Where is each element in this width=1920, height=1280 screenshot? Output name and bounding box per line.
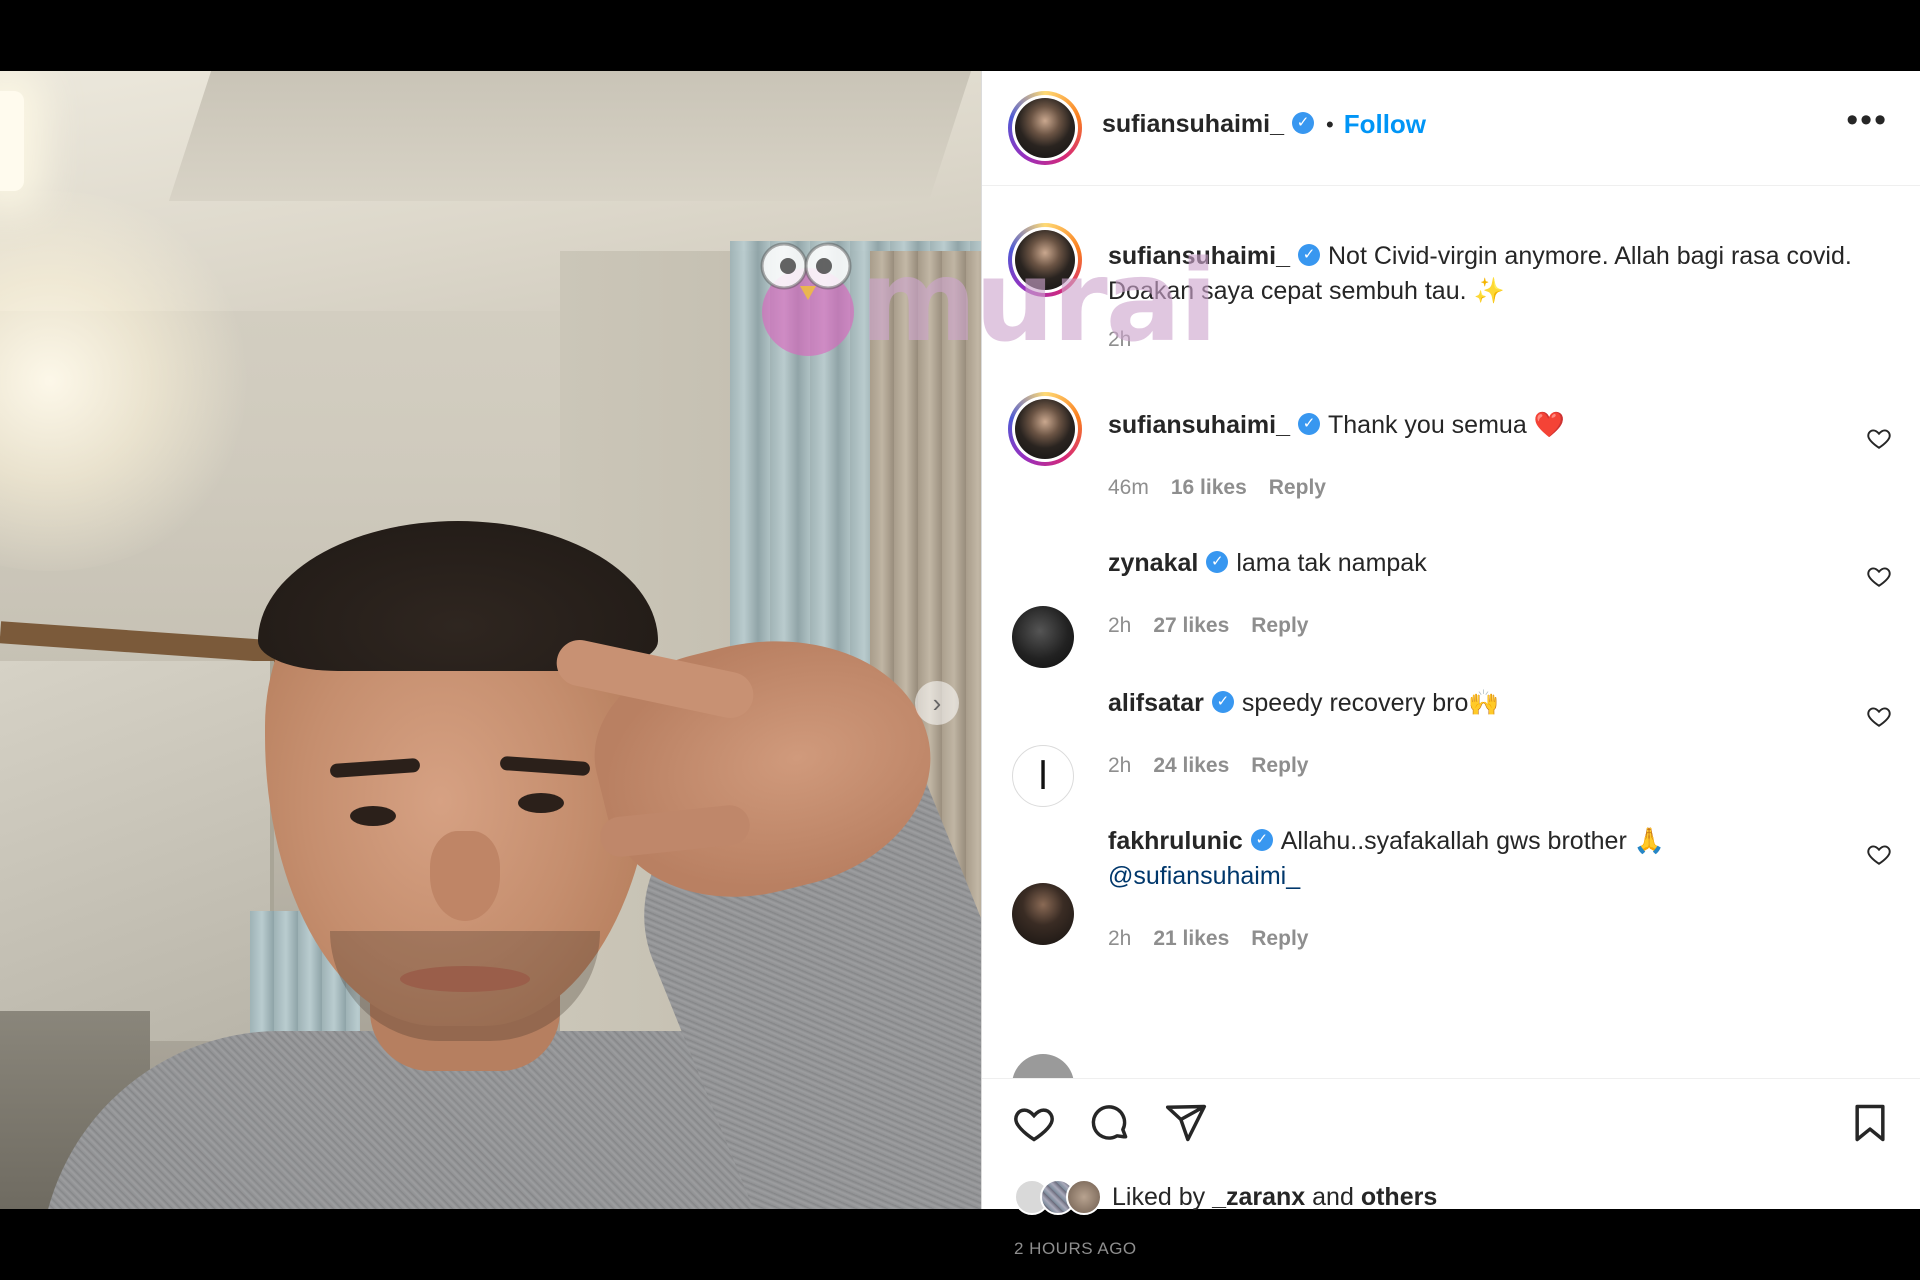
photo-nose — [430, 831, 500, 921]
comments-list[interactable]: sufiansuhaimi_ ✓ Not Civid-virgin anymore.… — [982, 186, 1920, 1079]
separator-dot: • — [1326, 111, 1334, 137]
comment-body: speedy recovery bro🙌 — [1241, 689, 1500, 717]
comment-reply-button[interactable]: Reply — [1251, 614, 1308, 638]
comment-like-heart-icon[interactable] — [1866, 425, 1892, 451]
comment-meta: 2h 27 likes Reply — [1108, 614, 1308, 638]
bookmark-icon[interactable] — [1848, 1101, 1892, 1145]
comment-icon[interactable] — [1088, 1101, 1132, 1145]
post-photo: › — [0, 71, 981, 1209]
comment-meta: 2h 24 likes Reply — [1108, 754, 1308, 778]
post-actions: Liked by _zaranx and others 2 HOURS AGO — [982, 1079, 1920, 1258]
comment-like-heart-icon[interactable] — [1866, 703, 1892, 729]
liked-by-others-link[interactable]: others — [1361, 1183, 1437, 1211]
comment-body: Thank you semua ❤️ — [1328, 411, 1565, 439]
verified-badge-icon: ✓ — [1250, 829, 1273, 852]
author-avatar[interactable] — [1008, 91, 1082, 165]
comment-meta: 2h 21 likes Reply — [1108, 927, 1308, 951]
follow-button[interactable]: Follow — [1344, 109, 1426, 140]
more-options-icon[interactable]: ••• — [1846, 103, 1888, 137]
next-photo-button[interactable]: › — [915, 681, 959, 725]
photo-eye-left — [350, 806, 396, 826]
comment-mention-link[interactable]: @sufiansuhaimi_ — [1108, 862, 1300, 890]
verified-badge-icon: ✓ — [1298, 413, 1320, 436]
liked-by-prefix: Liked by — [1112, 1182, 1206, 1211]
liker-avatar[interactable] — [1066, 1179, 1102, 1215]
comment-like-heart-icon[interactable] — [1866, 563, 1892, 589]
verified-badge-icon: ✓ — [1292, 111, 1314, 134]
comment-body: lama tak nampak — [1236, 549, 1427, 577]
liked-by-text: Liked by _zaranx and others — [1112, 1183, 1437, 1212]
comment-avatar[interactable] — [1012, 883, 1074, 945]
comment-reply-button[interactable]: Reply — [1251, 927, 1308, 951]
comment-likes[interactable]: 16 likes — [1171, 476, 1247, 500]
photo-ceiling-recess — [168, 71, 972, 201]
avatar-glyph-icon: ا — [1037, 754, 1049, 798]
share-icon[interactable] — [1164, 1101, 1208, 1145]
post-header: sufiansuhaimi_ ✓ • Follow ••• — [982, 71, 1920, 186]
comment-text: alifsatar ✓ speedy recovery bro🙌 — [1108, 686, 1868, 721]
liked-by-user-link[interactable]: _zaranx — [1212, 1183, 1305, 1211]
photo-shelf — [0, 621, 281, 663]
photo-eye-right — [518, 793, 564, 813]
verified-badge-icon: ✓ — [1206, 551, 1229, 574]
comment-text: zynakal ✓ lama tak nampak — [1108, 546, 1868, 581]
comment-time[interactable]: 2h — [1108, 614, 1131, 638]
verified-badge-icon: ✓ — [1211, 691, 1234, 714]
comment-avatar[interactable]: ا — [1012, 745, 1074, 807]
comment-time[interactable]: 46m — [1108, 476, 1149, 500]
comment-username[interactable]: alifsatar — [1108, 689, 1204, 717]
caption-meta: 2h — [1108, 328, 1131, 352]
comment-meta: 46m 16 likes Reply — [1108, 476, 1326, 500]
comment-username[interactable]: sufiansuhaimi_ — [1108, 411, 1290, 439]
comment-likes[interactable]: 21 likes — [1153, 927, 1229, 951]
post-timestamp[interactable]: 2 HOURS AGO — [1014, 1239, 1137, 1259]
comment-reply-button[interactable]: Reply — [1269, 476, 1326, 500]
comment-avatar[interactable] — [1012, 606, 1074, 668]
photo-mirror — [0, 661, 274, 1041]
photo-lamp — [0, 91, 24, 191]
comment-text: sufiansuhaimi_ ✓ Thank you semua ❤️ — [1108, 408, 1868, 443]
comment-reply-button[interactable]: Reply — [1251, 754, 1308, 778]
comment-avatar[interactable] — [1012, 1054, 1074, 1078]
comment-time[interactable]: 2h — [1108, 927, 1131, 951]
caption-avatar[interactable] — [1008, 223, 1082, 297]
post-frame: › sufiansuhaimi_ ✓ • Follow ••• sufiansu… — [0, 71, 1920, 1258]
caption-text: sufiansuhaimi_ ✓ Not Civid-virgin anymore.… — [1108, 239, 1868, 309]
comment-body: Allahu..syafakallah gws brother 🙏 — [1280, 827, 1665, 855]
heart-icon[interactable] — [1012, 1101, 1056, 1145]
comment-username[interactable]: zynakal — [1108, 549, 1198, 577]
chevron-right-icon: › — [932, 688, 942, 718]
comment-time[interactable]: 2h — [1108, 754, 1131, 778]
comment-like-heart-icon[interactable] — [1866, 841, 1892, 867]
comment-text: fakhrulunic ✓ Allahu..syafakallah gws brot… — [1108, 824, 1868, 894]
liked-by-row: Liked by _zaranx and others — [1014, 1179, 1437, 1215]
post-side-panel: sufiansuhaimi_ ✓ • Follow ••• sufiansuha… — [981, 71, 1920, 1258]
comment-likes[interactable]: 27 likes — [1153, 614, 1229, 638]
author-username[interactable]: sufiansuhaimi_ — [1102, 110, 1284, 139]
photo-mouth — [400, 966, 530, 992]
comment-likes[interactable]: 24 likes — [1153, 754, 1229, 778]
caption-time[interactable]: 2h — [1108, 328, 1131, 352]
caption-username[interactable]: sufiansuhaimi_ — [1108, 242, 1290, 270]
comment-avatar[interactable] — [1008, 392, 1082, 466]
liked-by-and: and — [1312, 1182, 1354, 1211]
comment-username[interactable]: fakhrulunic — [1108, 827, 1243, 855]
verified-badge-icon: ✓ — [1298, 244, 1320, 267]
